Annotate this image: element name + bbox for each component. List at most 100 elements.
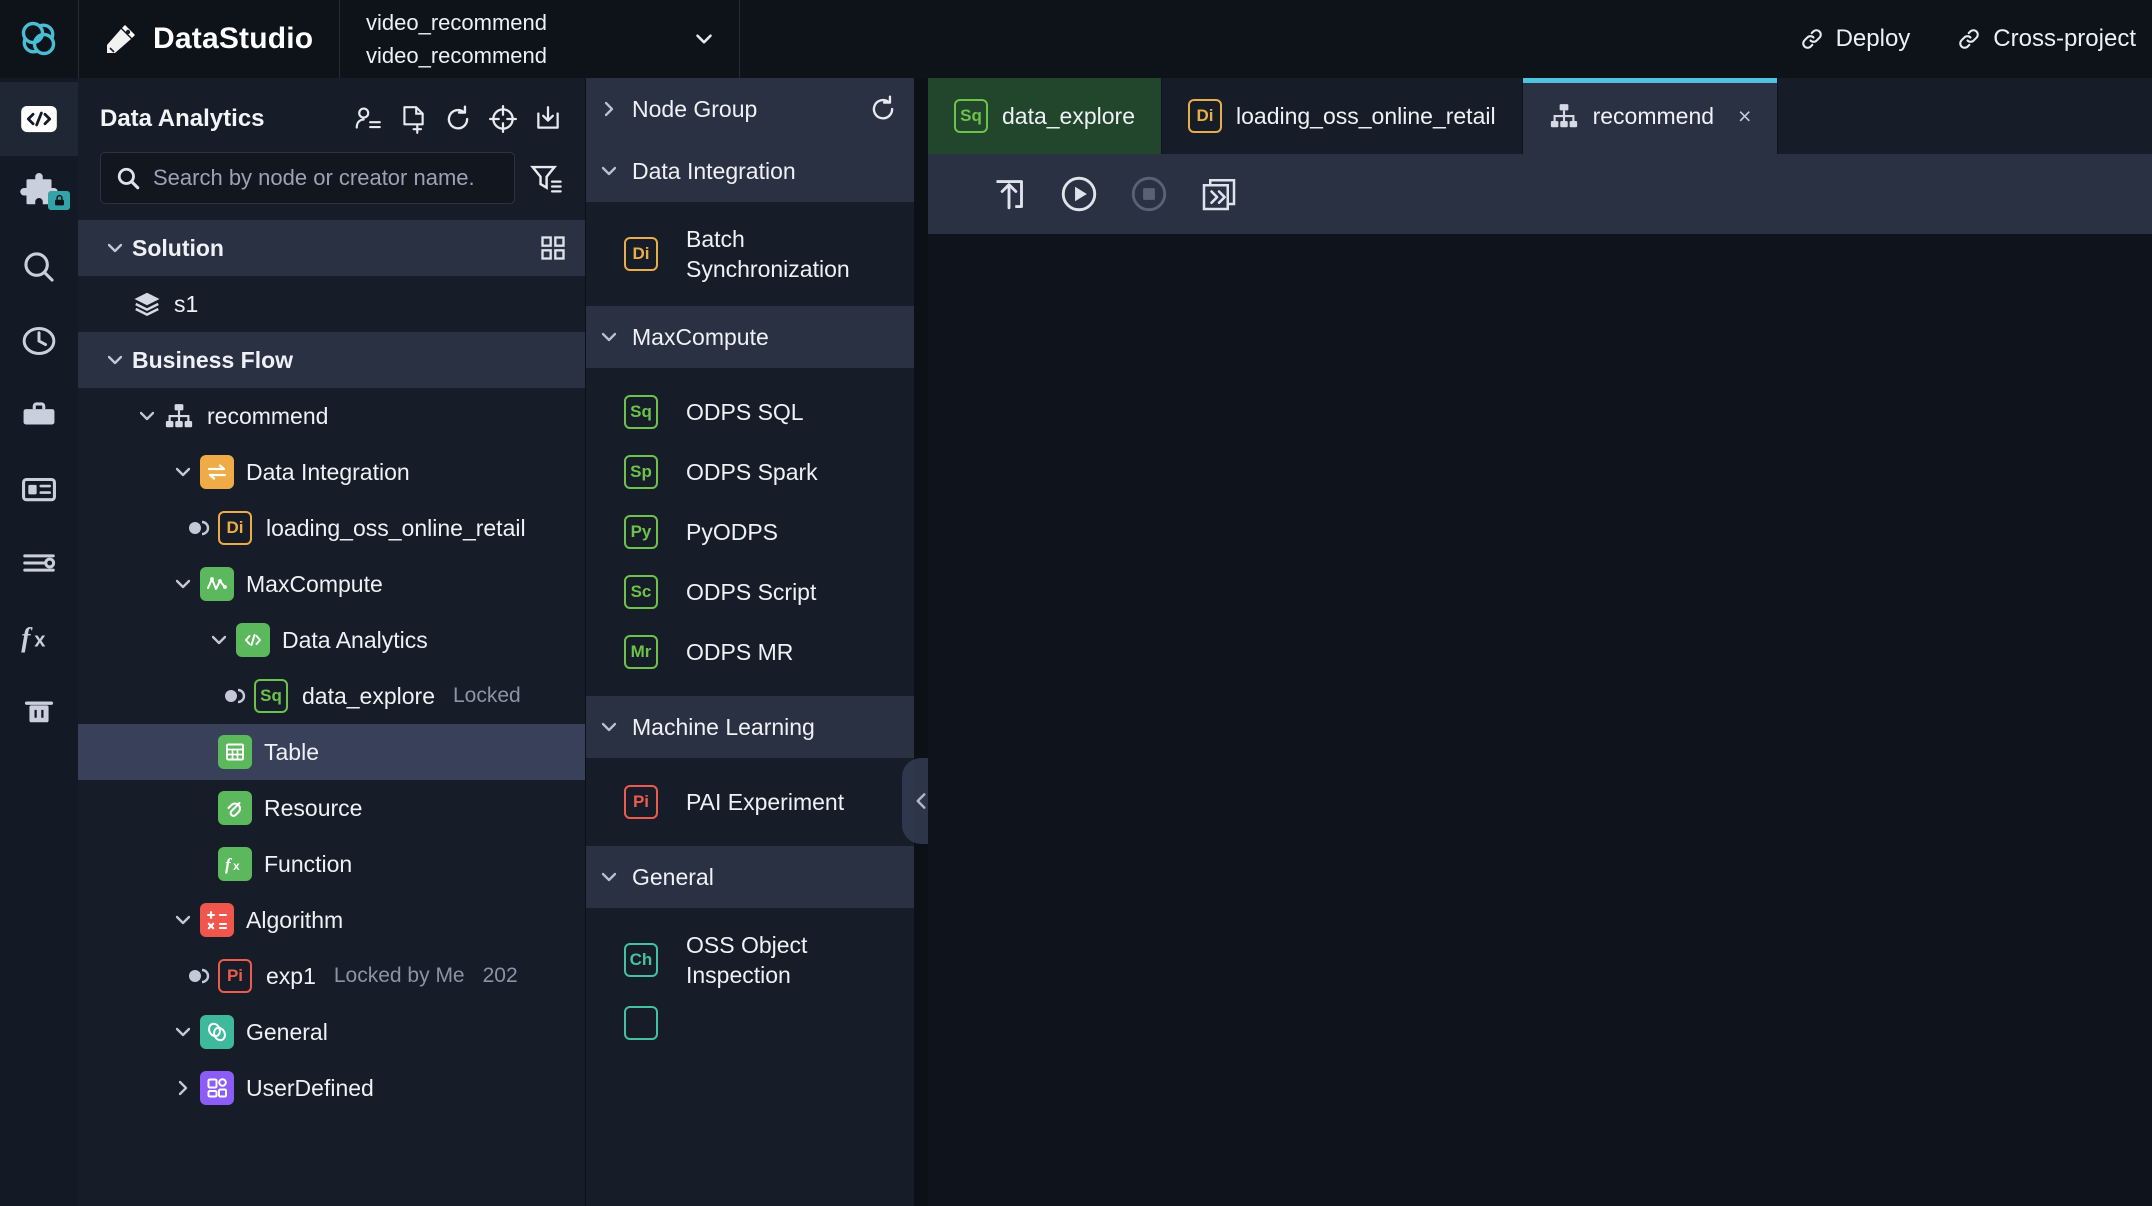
tree-row-s1[interactable]: s1 (78, 276, 585, 332)
chevron-down-icon[interactable] (166, 910, 200, 930)
app-logo[interactable] (0, 0, 78, 78)
tree-row-data-explore[interactable]: Sq data_explore Locked (78, 668, 585, 724)
palette-group-data-integration[interactable]: Data Integration (586, 140, 914, 202)
import-icon[interactable] (533, 104, 563, 134)
chevron-down-icon[interactable] (130, 406, 164, 426)
tab-close-icon[interactable]: × (1738, 103, 1751, 130)
di-badge-icon: Di (218, 511, 252, 545)
grid-icon[interactable] (539, 234, 567, 262)
tree-row-userdefined[interactable]: UserDefined (78, 1060, 585, 1116)
submit-icon[interactable] (980, 165, 1038, 223)
general-icon (200, 1015, 234, 1049)
palette-item-pyodps[interactable]: Py PyODPS (586, 502, 914, 562)
top-bar: DataStudio video_recommend video_recomme… (0, 0, 2152, 78)
chevron-down-icon[interactable] (586, 327, 632, 347)
sq-badge-icon: Sq (624, 395, 658, 429)
chevron-down-icon[interactable] (691, 26, 717, 52)
chevron-down-icon[interactable] (166, 1022, 200, 1042)
locate-icon[interactable] (488, 104, 518, 134)
search-box[interactable] (100, 152, 515, 204)
user-list-icon[interactable] (353, 104, 383, 134)
palette-item-label: OSS Object Inspection (686, 932, 808, 988)
tree-label: loading_oss_online_retail (266, 514, 526, 541)
palette-item-oss-object-inspection[interactable]: Ch OSS Object Inspection (586, 922, 914, 998)
tree-row-algorithm[interactable]: Algorithm (78, 892, 585, 948)
palette-item-label: ODPS MR (686, 639, 794, 665)
node-palette: Node Group Data Integration Di Batch Syn… (586, 78, 925, 1206)
run-icon[interactable] (1050, 165, 1108, 223)
tab-data-explore[interactable]: Sq data_explore (928, 78, 1162, 154)
deploy-button[interactable]: Deploy (1799, 25, 1910, 53)
chevron-down-icon[interactable] (586, 161, 632, 181)
mr-badge-icon: Mr (624, 635, 658, 669)
search-input[interactable] (153, 165, 500, 191)
rail-item-history[interactable] (0, 304, 78, 378)
tree-row-data-analytics[interactable]: Data Analytics (78, 612, 585, 668)
tab-recommend[interactable]: recommend × (1522, 78, 1779, 154)
rail-item-workspace[interactable] (0, 378, 78, 452)
palette-item-partial[interactable] (586, 998, 914, 1048)
tree-row-loading-oss-online-retail[interactable]: Di loading_oss_online_retail (78, 500, 585, 556)
chevron-right-icon[interactable] (586, 99, 632, 119)
tree-row-general[interactable]: General (78, 1004, 585, 1060)
tree-row-resource[interactable]: Resource (78, 780, 585, 836)
palette-item-odps-sql[interactable]: Sq ODPS SQL (586, 382, 914, 442)
cross-project-button[interactable]: Cross-project (1956, 25, 2136, 53)
rail-item-extensions[interactable] (0, 156, 78, 230)
palette-group-node-group[interactable]: Node Group (586, 78, 914, 140)
rail-item-function[interactable]: f x (0, 600, 78, 674)
tree-label: Business Flow (132, 346, 294, 373)
palette-item-odps-mr[interactable]: Mr ODPS MR (586, 622, 914, 682)
palette-item-odps-script[interactable]: Sc ODPS Script (586, 562, 914, 622)
visibility-icon[interactable] (182, 518, 218, 538)
tree-row-exp1[interactable]: Pi exp1 Locked by Me 202 (78, 948, 585, 1004)
palette-group-machine-learning[interactable]: Machine Learning (586, 696, 914, 758)
tree-row-maxcompute[interactable]: MaxCompute (78, 556, 585, 612)
tree-row-function[interactable]: f x Function (78, 836, 585, 892)
chevron-down-icon[interactable] (202, 630, 236, 650)
tree-row-business-flow[interactable]: Business Flow (78, 332, 585, 388)
rail-item-code[interactable] (0, 82, 78, 156)
visibility-icon[interactable] (218, 686, 254, 706)
topbar-actions: Deploy Cross-project (1799, 0, 2152, 78)
svg-text:x: x (233, 859, 240, 873)
flow-canvas[interactable]: Di loading × Sq data_explore × Pi PAI_Al… (928, 234, 2152, 1206)
palette-group-maxcompute[interactable]: MaxCompute (586, 306, 914, 368)
brand-title: DataStudio (153, 22, 314, 55)
chevron-down-icon[interactable] (586, 867, 632, 887)
sitemap-icon (164, 401, 194, 431)
chevron-down-icon[interactable] (586, 717, 632, 737)
tab-loading-oss-online-retail[interactable]: Di loading_oss_online_retail (1162, 78, 1523, 154)
chevron-down-icon[interactable] (98, 350, 132, 370)
chevron-down-icon[interactable] (98, 238, 132, 258)
palette-item-pai-experiment[interactable]: Pi PAI Experiment (586, 772, 914, 832)
visibility-icon[interactable] (182, 966, 218, 986)
tree-row-recommend[interactable]: recommend (78, 388, 585, 444)
chevron-down-icon[interactable] (166, 462, 200, 482)
palette-item-batch-synchronization[interactable]: Di Batch Synchronization (586, 216, 914, 292)
stop-icon[interactable] (1120, 165, 1178, 223)
explorer-panel: Data Analytics Search by node or creator… (78, 78, 586, 1206)
folder-badge-icon (624, 1006, 658, 1040)
refresh-icon[interactable] (868, 94, 898, 124)
refresh-icon[interactable] (443, 104, 473, 134)
chevron-right-icon[interactable] (166, 1078, 200, 1098)
rail-item-card-list[interactable] (0, 452, 78, 526)
rail-item-trash[interactable] (0, 674, 78, 748)
tree-row-solution[interactable]: Solution (78, 220, 585, 276)
run-advanced-icon[interactable] (1190, 165, 1248, 223)
rail-item-list-settings[interactable] (0, 526, 78, 600)
filter-icon[interactable] (529, 161, 563, 195)
palette-group-general[interactable]: General (586, 846, 914, 908)
algorithm-icon (200, 903, 234, 937)
brand-area[interactable]: DataStudio (78, 0, 340, 78)
rail-item-search[interactable] (0, 230, 78, 304)
tree-row-table[interactable]: Table (78, 724, 585, 780)
tree-row-data-integration[interactable]: Data Integration (78, 444, 585, 500)
project-selector[interactable]: video_recommend video_recommend (340, 0, 740, 78)
new-file-icon[interactable] (398, 104, 428, 134)
chevron-down-icon[interactable] (166, 574, 200, 594)
link-icon (1801, 29, 1822, 49)
palette-item-odps-spark[interactable]: Sp ODPS Spark (586, 442, 914, 502)
